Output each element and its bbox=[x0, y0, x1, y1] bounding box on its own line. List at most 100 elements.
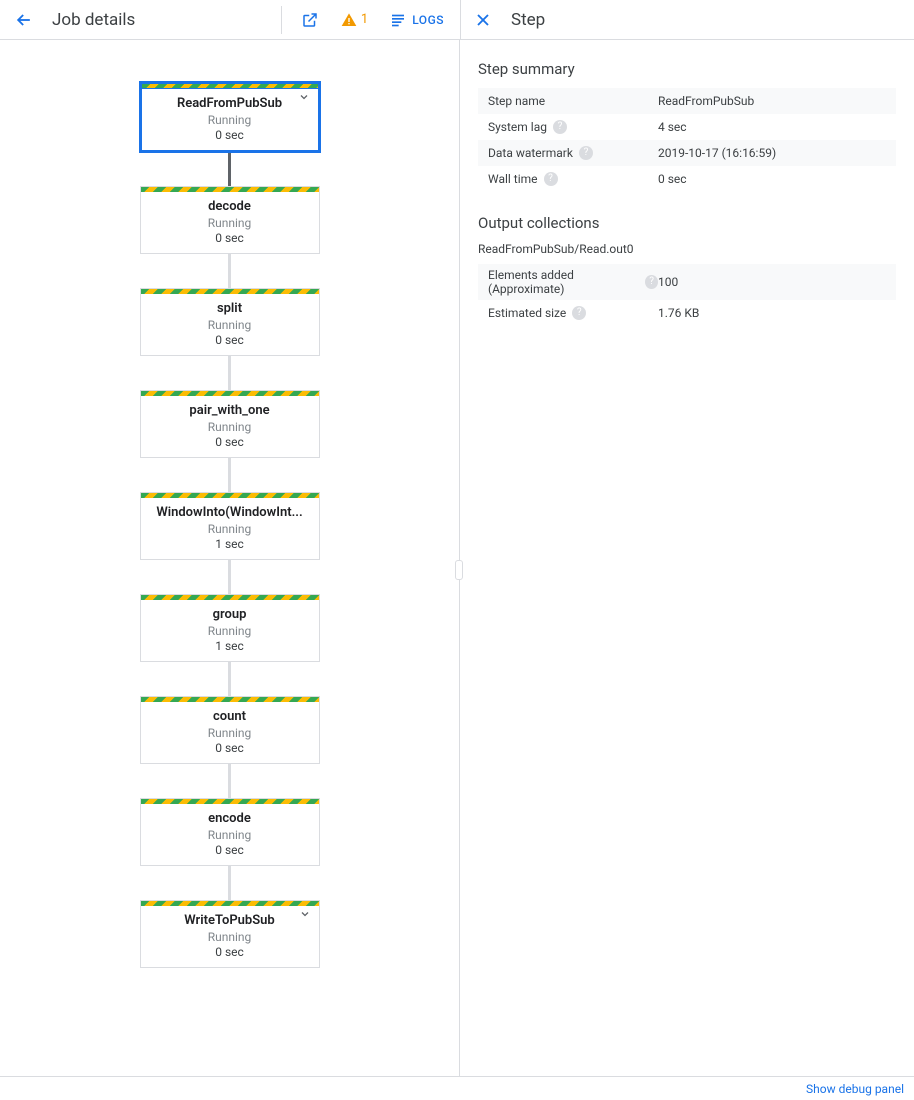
graph-node[interactable]: pair_with_one Running0 sec bbox=[140, 390, 320, 458]
output-collections-table: Elements added (Approximate)?100Estimate… bbox=[478, 264, 896, 326]
node-status: Running bbox=[149, 318, 311, 332]
node-status: Running bbox=[149, 420, 311, 434]
node-status: Running bbox=[149, 522, 311, 536]
node-name: WindowInto(WindowInt... bbox=[149, 505, 311, 520]
kv-row: Wall time?0 sec bbox=[478, 166, 896, 192]
help-icon[interactable]: ? bbox=[579, 146, 593, 160]
running-stripe bbox=[141, 595, 319, 600]
node-status: Running bbox=[150, 113, 310, 127]
node-name: split bbox=[149, 301, 311, 316]
node-time: 1 sec bbox=[149, 639, 311, 653]
graph-node[interactable]: WriteToPubSub Running0 sec bbox=[140, 900, 320, 968]
top-bar-left: Job details 1 LOGS bbox=[0, 0, 460, 39]
close-panel-icon[interactable] bbox=[473, 10, 493, 30]
node-name: group bbox=[149, 607, 311, 622]
graph-connector bbox=[228, 356, 231, 390]
help-icon[interactable]: ? bbox=[572, 306, 586, 320]
graph-connector bbox=[228, 152, 231, 186]
node-time: 0 sec bbox=[149, 741, 311, 755]
node-time: 1 sec bbox=[149, 537, 311, 551]
top-bar-right: Step bbox=[460, 0, 914, 39]
node-name: pair_with_one bbox=[149, 403, 311, 418]
running-stripe bbox=[141, 697, 319, 702]
graph-node[interactable]: split Running0 sec bbox=[140, 288, 320, 356]
graph-connector bbox=[228, 254, 231, 288]
kv-row: System lag?4 sec bbox=[478, 114, 896, 140]
page-title: Job details bbox=[52, 10, 135, 30]
node-time: 0 sec bbox=[149, 843, 311, 857]
node-name: encode bbox=[149, 811, 311, 826]
graph-node[interactable]: encodeRunning0 sec bbox=[140, 798, 320, 866]
warning-indicator[interactable]: 1 bbox=[341, 12, 368, 28]
output-collection-name: ReadFromPubSub/Read.out0 bbox=[478, 242, 896, 256]
kv-row: Step nameReadFromPubSub bbox=[478, 88, 896, 114]
top-bar-actions: 1 LOGS bbox=[281, 6, 460, 34]
running-stripe bbox=[141, 493, 319, 498]
node-time: 0 sec bbox=[149, 945, 311, 959]
kv-row: Estimated size?1.76 KB bbox=[478, 300, 896, 326]
output-collections-title: Output collections bbox=[478, 214, 896, 232]
graph-connector bbox=[228, 458, 231, 492]
show-debug-panel-link[interactable]: Show debug panel bbox=[806, 1082, 904, 1096]
logs-button[interactable]: LOGS bbox=[390, 12, 444, 28]
kv-key: Wall time? bbox=[488, 172, 658, 186]
running-stripe bbox=[141, 187, 319, 192]
node-name: ReadFromPubSub bbox=[150, 96, 310, 111]
kv-value: 0 sec bbox=[658, 172, 886, 186]
graph-node[interactable]: countRunning0 sec bbox=[140, 696, 320, 764]
graph-node[interactable]: WindowInto(WindowInt... Running1 sec bbox=[140, 492, 320, 560]
main-split: ReadFromPubSubRunning0 secdecodeRunning0… bbox=[0, 40, 914, 1100]
kv-value: 2019-10-17 (16:16:59) bbox=[658, 146, 886, 160]
running-stripe bbox=[142, 84, 318, 89]
splitter-handle[interactable] bbox=[455, 560, 463, 580]
help-icon[interactable]: ? bbox=[645, 275, 658, 289]
kv-key: Elements added (Approximate)? bbox=[488, 268, 658, 296]
node-status: Running bbox=[149, 624, 311, 638]
kv-value: 1.76 KB bbox=[658, 306, 886, 320]
running-stripe bbox=[141, 901, 319, 906]
graph-connector bbox=[228, 764, 231, 798]
node-status: Running bbox=[149, 930, 311, 944]
kv-key: System lag? bbox=[488, 120, 658, 134]
logs-icon bbox=[390, 12, 406, 28]
logs-label: LOGS bbox=[412, 13, 444, 27]
open-external-icon[interactable] bbox=[301, 11, 319, 29]
step-details-panel: Step summary Step nameReadFromPubSubSyst… bbox=[460, 40, 914, 1100]
graph-connector bbox=[228, 560, 231, 594]
node-name: decode bbox=[149, 199, 311, 214]
step-summary-title: Step summary bbox=[478, 60, 896, 78]
back-arrow-icon[interactable] bbox=[14, 10, 34, 30]
footer-bar: Show debug panel bbox=[0, 1076, 914, 1100]
kv-value: 100 bbox=[658, 275, 886, 289]
kv-key: Data watermark? bbox=[488, 146, 658, 160]
help-icon[interactable]: ? bbox=[544, 172, 558, 186]
graph-node[interactable]: group Running1 sec bbox=[140, 594, 320, 662]
warning-count: 1 bbox=[361, 12, 368, 27]
kv-key: Estimated size? bbox=[488, 306, 658, 320]
step-panel-title: Step bbox=[511, 10, 545, 30]
kv-key: Step name bbox=[488, 94, 658, 108]
chevron-down-icon[interactable] bbox=[299, 908, 311, 920]
kv-value: 4 sec bbox=[658, 120, 886, 134]
kv-row: Elements added (Approximate)?100 bbox=[478, 264, 896, 300]
running-stripe bbox=[141, 391, 319, 396]
graph-connector bbox=[228, 866, 231, 900]
running-stripe bbox=[141, 289, 319, 294]
help-icon[interactable]: ? bbox=[553, 120, 567, 134]
kv-row: Data watermark?2019-10-17 (16:16:59) bbox=[478, 140, 896, 166]
graph-node[interactable]: ReadFromPubSub Running0 sec bbox=[140, 82, 320, 152]
step-summary-table: Step nameReadFromPubSubSystem lag?4 secD… bbox=[478, 88, 896, 192]
pipeline-graph: ReadFromPubSubRunning0 secdecodeRunning0… bbox=[0, 40, 459, 1008]
node-time: 0 sec bbox=[150, 128, 310, 142]
graph-node[interactable]: decodeRunning0 sec bbox=[140, 186, 320, 254]
node-time: 0 sec bbox=[149, 435, 311, 449]
node-time: 0 sec bbox=[149, 333, 311, 347]
kv-value: ReadFromPubSub bbox=[658, 94, 886, 108]
warning-icon bbox=[341, 12, 357, 28]
node-status: Running bbox=[149, 216, 311, 230]
graph-panel[interactable]: ReadFromPubSubRunning0 secdecodeRunning0… bbox=[0, 40, 460, 1100]
top-bar: Job details 1 LOGS Step bbox=[0, 0, 914, 40]
chevron-down-icon[interactable] bbox=[298, 91, 310, 103]
node-status: Running bbox=[149, 726, 311, 740]
node-name: WriteToPubSub bbox=[149, 913, 311, 928]
